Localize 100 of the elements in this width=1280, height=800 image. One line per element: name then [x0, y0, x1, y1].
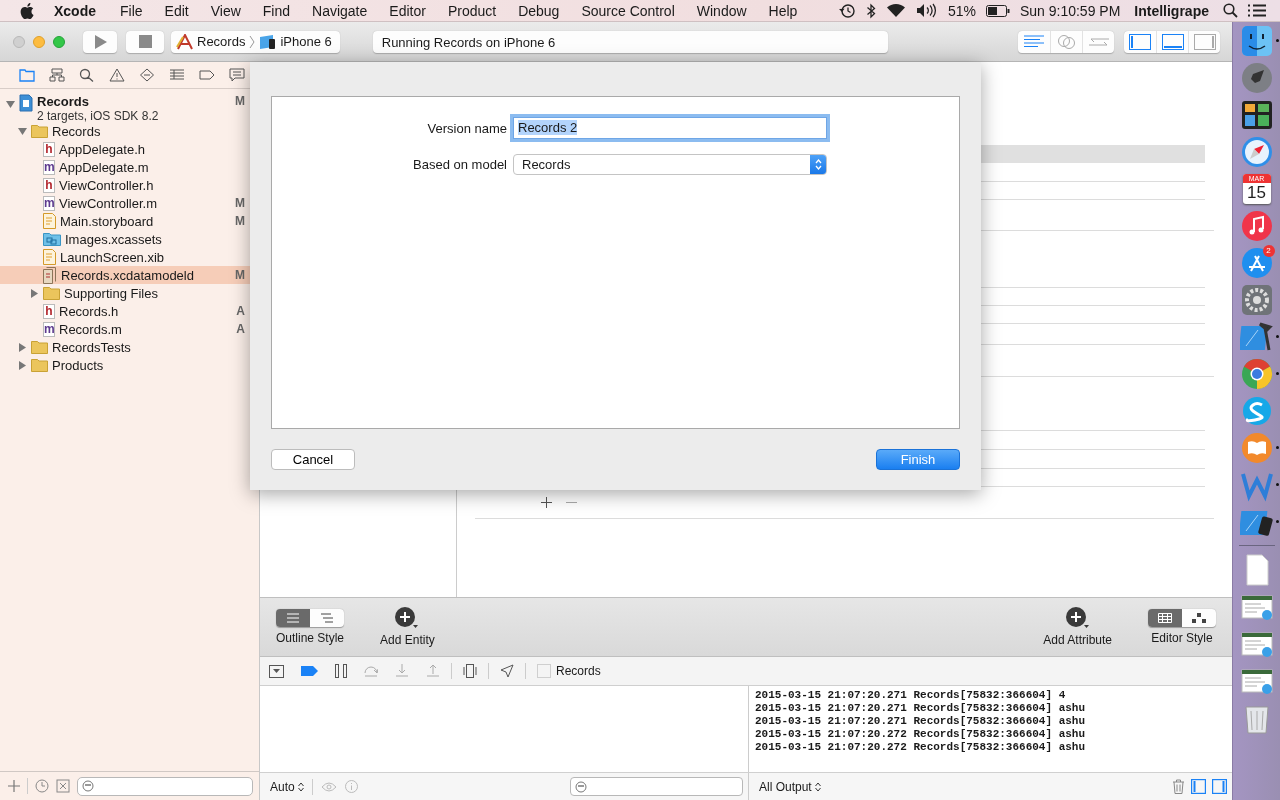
- menu-item[interactable]: Debug: [518, 2, 560, 19]
- model-popup[interactable]: Records: [513, 154, 827, 175]
- console-line: 2015-03-15 21:07:20.271 Records[75832:366604] ashu: [755, 715, 1087, 728]
- list-icon[interactable]: [1248, 4, 1266, 17]
- file-navigator-row[interactable]: h ViewController.h: [0, 176, 259, 194]
- user-name[interactable]: Intelligrape: [1134, 2, 1209, 19]
- file-navigator-row[interactable]: Records: [0, 122, 259, 140]
- menu-item[interactable]: Source Control: [581, 2, 675, 19]
- file-navigator-row[interactable]: Main.storyboard M: [0, 212, 259, 230]
- apple-icon[interactable]: [20, 2, 34, 19]
- compass-icon[interactable]: [1239, 134, 1274, 169]
- source-control-status: M: [235, 268, 245, 282]
- device-icon: [259, 33, 278, 50]
- filter-icon: [82, 780, 94, 792]
- disclosure-triangle-icon[interactable]: [18, 126, 27, 136]
- destination-selector[interactable]: iPhone 6: [259, 33, 332, 50]
- book-icon[interactable]: [1239, 430, 1274, 465]
- show-console-icon[interactable]: [1212, 779, 1227, 794]
- menu-item[interactable]: Navigate: [312, 2, 368, 19]
- plus-button[interactable]: [541, 497, 552, 508]
- color-wheel-icon[interactable]: [1239, 356, 1274, 391]
- disclosure-triangle-icon[interactable]: [30, 288, 39, 298]
- location-arrow-icon[interactable]: [500, 664, 514, 678]
- disclosure-triangle-icon[interactable]: [6, 100, 15, 109]
- scheme-selector[interactable]: Records: [176, 33, 246, 50]
- file-navigator-row[interactable]: LaunchScreen.xib: [0, 248, 259, 266]
- menu-item[interactable]: Window: [696, 2, 747, 19]
- breakpoint-icon[interactable]: [301, 666, 318, 676]
- hierarchy-icon[interactable]: [47, 65, 67, 85]
- file-navigator-row[interactable]: Images.xcassets: [0, 230, 259, 248]
- trash-icon[interactable]: [1172, 779, 1185, 794]
- clock-icon[interactable]: [35, 779, 49, 793]
- source-control-status: A: [236, 304, 245, 318]
- tab-icon: [19, 68, 35, 82]
- document-icon: h: [43, 303, 55, 319]
- add-attribute-label[interactable]: Add Attribute: [1043, 633, 1112, 647]
- flat-list-button[interactable]: [276, 609, 310, 627]
- add-circle-icon[interactable]: [1065, 607, 1090, 629]
- show-variables-icon[interactable]: [1191, 779, 1206, 794]
- console-line: 2015-03-15 21:07:20.272 Records[75832:366604] ashu: [755, 741, 1087, 754]
- file-navigator-row[interactable]: h AppDelegate.h: [0, 140, 259, 158]
- face-icon[interactable]: [1239, 23, 1274, 58]
- search-icon[interactable]: [1223, 3, 1238, 18]
- disclosure-triangle-icon[interactable]: [18, 342, 27, 352]
- app-target-icon: [176, 33, 194, 50]
- document-icon: h: [43, 141, 55, 157]
- menu-item[interactable]: File: [120, 2, 143, 19]
- folder-icon: [43, 286, 60, 300]
- bluetooth-icon[interactable]: [865, 2, 876, 19]
- run-button[interactable]: [83, 30, 117, 53]
- battery-icon[interactable]: [985, 4, 1010, 17]
- file-name: AppDelegate.h: [59, 141, 145, 157]
- clock-arrow-icon[interactable]: [837, 2, 856, 19]
- filter-field[interactable]: [77, 776, 253, 796]
- menu-item[interactable]: Edit: [164, 2, 189, 19]
- file-navigator-row[interactable]: h Records.h A: [0, 302, 259, 320]
- file-navigator-row[interactable]: m ViewController.m M: [0, 194, 259, 212]
- cancel-button[interactable]: Cancel: [271, 449, 355, 470]
- menu-item[interactable]: Product: [447, 2, 497, 19]
- version-name-field[interactable]: Records 2: [513, 117, 827, 139]
- hide-debug-area-icon[interactable]: [269, 664, 284, 678]
- step-over-icon[interactable]: [364, 664, 378, 678]
- add-circle-icon[interactable]: [395, 607, 420, 629]
- file-navigator-row[interactable]: m AppDelegate.m: [0, 158, 259, 176]
- output-filter-popup[interactable]: All Output: [759, 779, 821, 794]
- source-control-status: M: [235, 214, 245, 228]
- menu-item[interactable]: Find: [262, 2, 291, 19]
- menu-item[interactable]: View: [210, 2, 241, 19]
- menu-item[interactable]: Help: [768, 2, 798, 19]
- table-style-button[interactable]: [1148, 609, 1182, 627]
- debug-target[interactable]: Records: [556, 664, 601, 678]
- menu-item[interactable]: Editor: [389, 2, 426, 19]
- file-navigator-row[interactable]: RecordsTests: [0, 338, 259, 356]
- disclosure-triangle-icon[interactable]: [18, 360, 27, 370]
- stacked-documents-icon: [43, 266, 57, 284]
- file-navigator-row[interactable]: m Records.m A: [0, 320, 259, 338]
- file-navigator-row[interactable]: Products: [0, 356, 259, 374]
- wifi-icon[interactable]: [885, 3, 906, 18]
- filter-field[interactable]: [570, 777, 743, 796]
- box-cross-icon[interactable]: [56, 779, 70, 793]
- music-note-icon[interactable]: [1239, 208, 1274, 243]
- calendar-day: 15: [1247, 182, 1266, 203]
- plus-icon[interactable]: [8, 780, 20, 792]
- view-hierarchy-icon[interactable]: [463, 664, 477, 678]
- gear-icon[interactable]: [1239, 282, 1274, 317]
- add-entity-label[interactable]: Add Entity: [380, 633, 435, 647]
- console-line: 2015-03-15 21:07:20.271 Records[75832:366604] ashu: [755, 702, 1087, 715]
- zoom-button[interactable]: [53, 35, 65, 48]
- file-navigator-row[interactable]: Records 2 targets, iOS SDK 8.2 M: [0, 92, 259, 122]
- pause-icon[interactable]: [335, 664, 347, 678]
- step-out-icon[interactable]: [426, 664, 440, 678]
- file-navigator-row[interactable]: Supporting Files: [0, 284, 259, 302]
- clock[interactable]: Sun 9:10:59 PM: [1019, 2, 1121, 19]
- variables-scope-popup[interactable]: Auto: [270, 779, 304, 794]
- step-into-icon[interactable]: [395, 664, 409, 678]
- stop-button[interactable]: [126, 30, 164, 53]
- field-label: Version name: [426, 120, 508, 136]
- folder-icon: [31, 340, 48, 354]
- volume-icon[interactable]: [915, 3, 938, 18]
- app-menu[interactable]: Xcode: [54, 2, 96, 19]
